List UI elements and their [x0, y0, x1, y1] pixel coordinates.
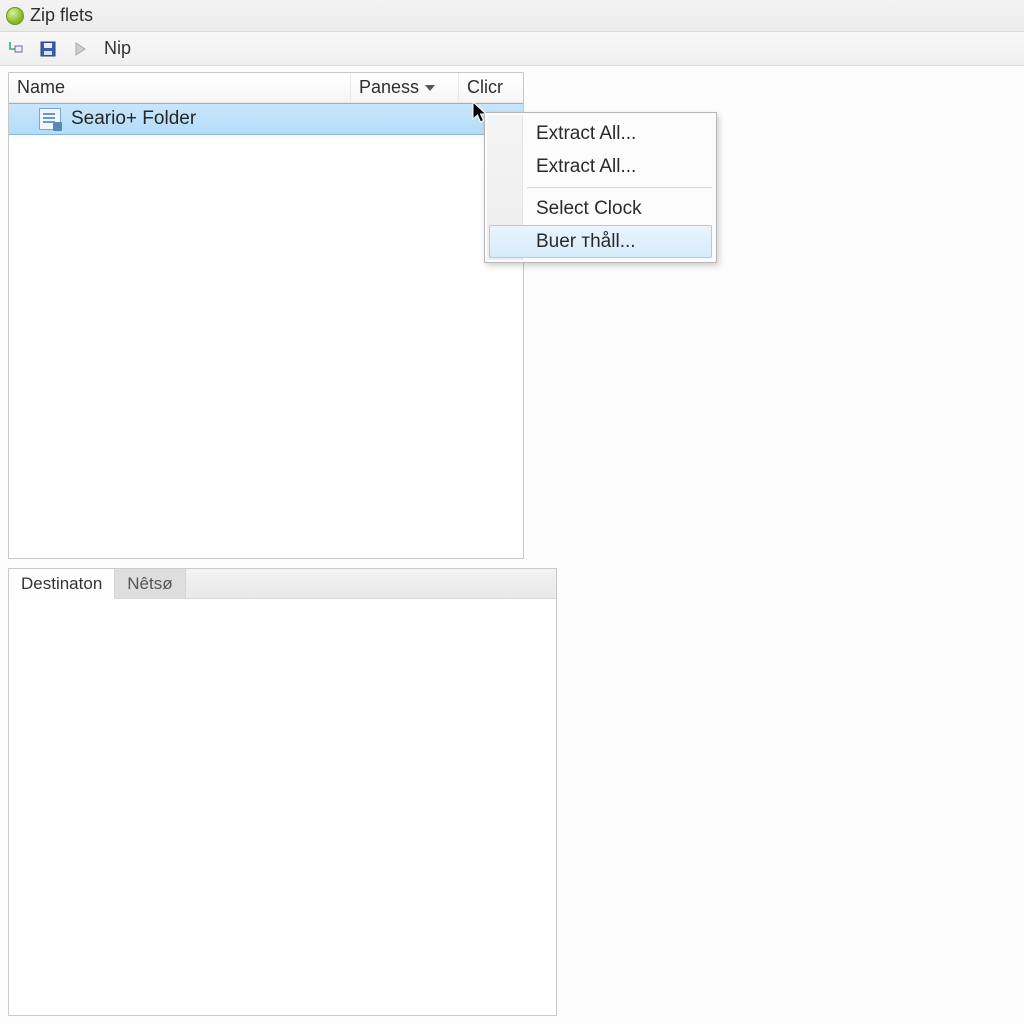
app-icon: [6, 7, 24, 25]
toolbar-nip-label[interactable]: Nip: [104, 38, 131, 59]
tab-destination[interactable]: Destinaton: [9, 569, 115, 599]
column-paness-label: Paness: [359, 77, 419, 98]
list-body: Seario+ Folder: [9, 103, 523, 558]
tab-label: Destinaton: [21, 574, 102, 594]
column-clicr-label: Clicr: [467, 77, 503, 98]
menu-item-label: Select Clock: [536, 198, 642, 220]
column-clicr[interactable]: Clicr: [459, 73, 523, 102]
menu-item-select-clock[interactable]: Select Clock: [489, 192, 712, 225]
context-menu: Extract All... Extract All... Select Clo…: [484, 112, 717, 263]
tab-label: Nêtsø: [127, 574, 172, 594]
file-icon: [39, 108, 61, 130]
menu-item-buer-thall[interactable]: Buer ᴛhåll...: [489, 225, 712, 258]
title-bar: Zip flets: [0, 0, 1024, 32]
list-item-label: Seario+ Folder: [71, 108, 196, 130]
column-name[interactable]: Name: [9, 73, 351, 102]
play-icon[interactable]: [70, 39, 90, 59]
menu-item-extract-all-2[interactable]: Extract All...: [489, 150, 712, 183]
chevron-down-icon: [425, 85, 435, 91]
destination-panel: Destinaton Nêtsø: [8, 568, 557, 1016]
tree-indent-icon[interactable]: [6, 39, 26, 59]
menu-item-label: Extract All...: [536, 123, 636, 145]
menu-item-label: Extract All...: [536, 156, 636, 178]
tab-netso[interactable]: Nêtsø: [115, 569, 185, 598]
list-header: Name Paness Clicr: [9, 73, 523, 103]
file-list-panel: Name Paness Clicr Seario+ Folder: [8, 72, 524, 559]
column-name-label: Name: [17, 77, 65, 98]
window-title: Zip flets: [30, 5, 93, 26]
column-paness[interactable]: Paness: [351, 73, 459, 102]
menu-item-extract-all-1[interactable]: Extract All...: [489, 117, 712, 150]
menu-item-label: Buer ᴛhåll...: [536, 231, 636, 253]
tabstrip: Destinaton Nêtsø: [9, 569, 556, 599]
toolbar: Nip: [0, 32, 1024, 66]
menu-separator: [527, 187, 712, 188]
list-item[interactable]: Seario+ Folder: [9, 103, 523, 135]
disk-icon[interactable]: [38, 39, 58, 59]
